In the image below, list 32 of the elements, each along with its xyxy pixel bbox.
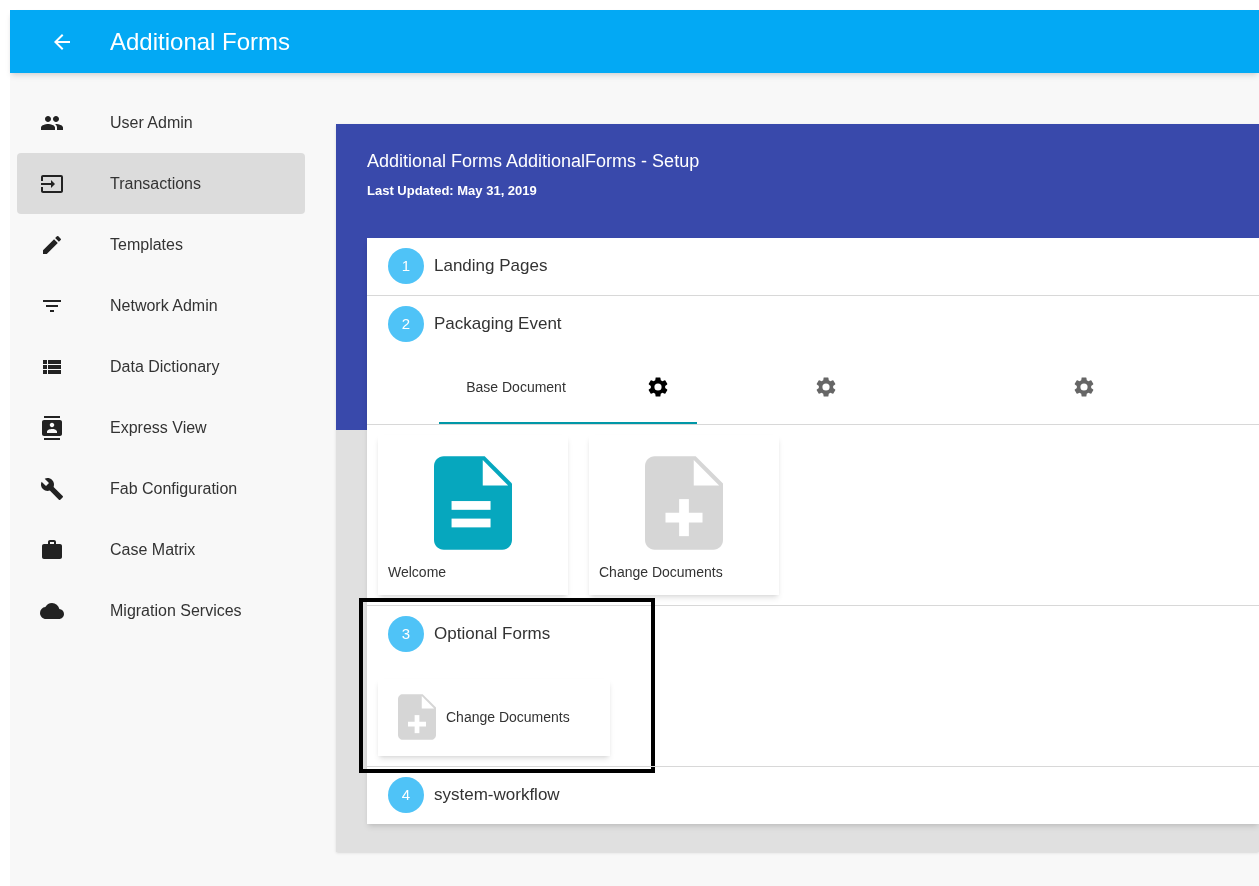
form-card[interactable]: Change Documents: [589, 434, 779, 595]
document-add-icon: [398, 693, 436, 741]
step-title: system-workflow: [434, 784, 560, 807]
last-updated: Last Updated: May 31, 2019: [367, 182, 538, 200]
briefcase-icon: [40, 537, 64, 562]
sidebar-item[interactable]: Network Admin: [17, 275, 305, 336]
sidebar-item[interactable]: Migration Services: [17, 580, 305, 641]
sidebar-item[interactable]: User Admin: [17, 92, 305, 153]
tab[interactable]: Base Document: [439, 352, 697, 424]
step-title: Packaging Event: [434, 313, 562, 336]
form-card[interactable]: Welcome: [378, 434, 568, 595]
sidebar-item[interactable]: Express View: [17, 397, 305, 458]
sidebar-item[interactable]: Data Dictionary: [17, 336, 305, 397]
document-add-icon: [645, 455, 723, 551]
step-number: 3: [388, 616, 424, 652]
gear-icon: [1072, 375, 1096, 399]
step-number: 4: [388, 777, 424, 813]
app-title: Additional Forms: [110, 26, 291, 57]
step-title: Landing Pages: [434, 255, 548, 278]
document-icon: [434, 455, 512, 551]
gear-icon: [814, 375, 838, 399]
sidebar-item[interactable]: Templates: [17, 214, 305, 275]
setup-title: Additional Forms AdditionalForms - Setup: [367, 150, 701, 173]
sidebar-item[interactable]: Transactions: [17, 153, 305, 214]
step-number: 1: [388, 248, 424, 284]
contact-card-icon: [40, 415, 64, 440]
wrench-icon: [40, 476, 64, 501]
sidebar-item[interactable]: Fab Configuration: [17, 458, 305, 519]
step-title: Optional Forms: [434, 623, 551, 646]
sidebar-item[interactable]: Case Matrix: [17, 519, 305, 580]
step-number: 2: [388, 306, 424, 342]
form-card[interactable]: Change Documents: [378, 678, 610, 756]
